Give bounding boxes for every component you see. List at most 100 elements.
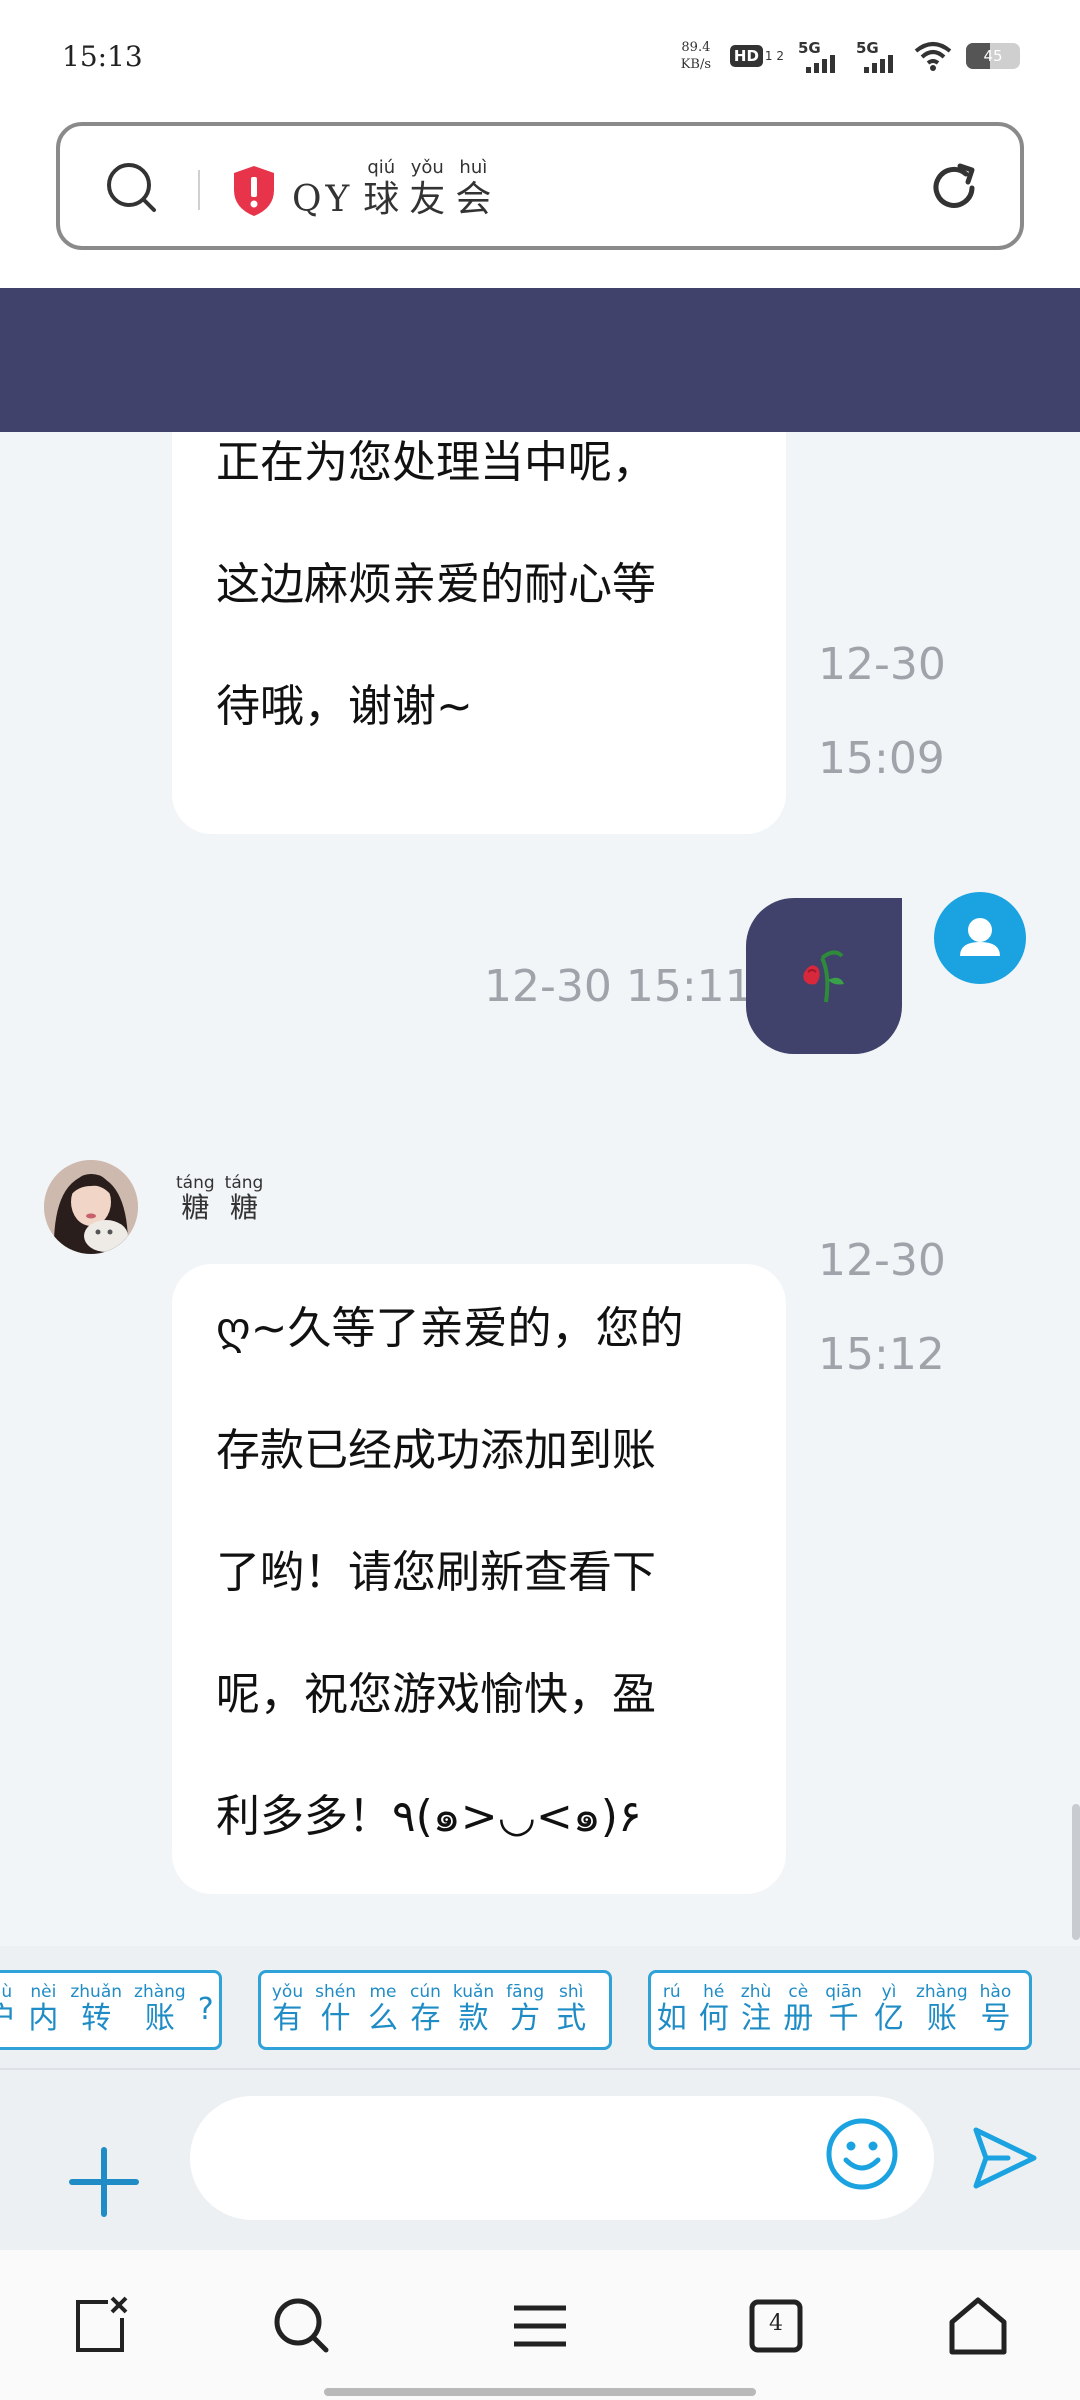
hanzi: 转 (81, 2001, 112, 2036)
user-icon (960, 918, 1000, 956)
message-text: 正在为您处理当中呢， (216, 437, 656, 488)
pinyin: hào (979, 1982, 1012, 2002)
hanzi: 方 (510, 2001, 541, 2036)
hanzi: 友 (409, 179, 446, 220)
pinyin: fāng (506, 1982, 545, 2002)
hanzi: 何 (698, 2001, 729, 2036)
hanzi: 千 (828, 2001, 859, 2036)
pinyin: yì (881, 1982, 897, 2002)
pinyin: shì (558, 1982, 584, 2002)
hd-voice-icon: HD 1 2 (729, 45, 784, 67)
network-speed-unit: KB/s (680, 57, 712, 72)
address-bar[interactable]: QY qiú 球 yǒu 友 huì 会 (56, 122, 1024, 250)
pinyin: me (369, 1982, 397, 2002)
status-bar: 15:13 89.4 KB/s HD 1 2 5G 5G 45 (0, 0, 1080, 110)
pinyin: qiān (825, 1982, 862, 2002)
home-icon[interactable] (946, 2294, 1010, 2358)
hanzi: 册 (783, 2001, 814, 2036)
hanzi: 球 (363, 179, 400, 220)
agent-message-bubble: 正在为您处理当中呢， 这边麻烦亲爱的耐心等 待哦，谢谢~ (172, 432, 786, 834)
pinyin: cún (409, 1982, 441, 2002)
agent-name-char: táng 糖 (225, 1174, 264, 1224)
quick-reply-char: me 么 (368, 1983, 398, 2037)
quick-reply-char: yǒu 有 (272, 1983, 303, 2037)
quick-reply-char: hào 号 (980, 1983, 1012, 2037)
page-title-char: huì 会 (455, 158, 491, 222)
wifi-icon (914, 42, 952, 71)
search-icon[interactable] (104, 160, 160, 216)
page-title-latin: QY (292, 179, 354, 220)
pinyin: táng (224, 1173, 264, 1193)
chat-messages[interactable]: 正在为您处理当中呢， 这边麻烦亲爱的耐心等 待哦，谢谢~ 12-30 15:09… (0, 432, 1080, 1946)
close-tab-icon[interactable] (68, 2294, 132, 2358)
hanzi: 糖 (229, 1191, 258, 1224)
message-date: 12-30 (818, 639, 946, 690)
hanzi: 糖 (181, 1191, 210, 1224)
page-title-char: qiú 球 (363, 158, 399, 222)
pinyin: rú (662, 1982, 681, 2002)
quick-reply-char: yì 亿 (874, 1983, 904, 2037)
hanzi: 么 (367, 2001, 398, 2036)
divider (198, 170, 200, 210)
quick-reply-char: cè 册 (783, 1983, 813, 2037)
hanzi: 存 (410, 2001, 441, 2036)
shield-alert-icon[interactable] (230, 164, 278, 218)
quick-reply-char: zhàng 账 (134, 1983, 186, 2037)
page-title[interactable]: QY qiú 球 yǒu 友 huì 会 (292, 158, 501, 222)
pinyin: hé (703, 1982, 725, 2002)
pinyin: qiú (367, 157, 396, 178)
quick-reply-internal-transfer[interactable]: hù户 nèi内 zhuǎn转 zhàng账 ? (0, 1970, 222, 2050)
refresh-icon[interactable] (924, 158, 984, 218)
signal-icon: 5G (798, 39, 842, 73)
page-title-char: yǒu 友 (409, 158, 445, 222)
emoji-icon[interactable] (824, 2116, 900, 2192)
quick-reply-char: fāng 方 (506, 1983, 544, 2037)
message-text: 了哟！请您刷新查看下 (216, 1547, 656, 1598)
hanzi: 内 (28, 2001, 59, 2036)
hanzi: 什 (320, 2001, 351, 2036)
message-timestamp: 12-30 15:11 (484, 961, 753, 1012)
quick-reply-deposit-methods[interactable]: yǒu 有 shén 什 me 么 cún 存 kuǎn 款 fāng 方 shì 式 (258, 1970, 612, 2050)
quick-reply-char: shì 式 (556, 1983, 586, 2037)
quick-reply-char: shén 什 (315, 1983, 356, 2037)
search-icon[interactable] (270, 2294, 334, 2358)
pinyin: nèi (30, 1982, 57, 2002)
tabs-icon[interactable]: 4 (744, 2294, 808, 2358)
hanzi: 户 (0, 2001, 17, 2036)
message-text: ღ~久等了亲爱的，您的 (216, 1303, 684, 1354)
message-composer (0, 2068, 1080, 2250)
hanzi: 款 (458, 2001, 489, 2036)
quick-reply-char: rú 如 (657, 1983, 687, 2037)
pinyin: zhàng (915, 1982, 968, 2002)
quick-reply-char: zhàng 账 (916, 1983, 968, 2037)
status-time: 15:13 (62, 40, 143, 73)
hanzi: 注 (741, 2001, 771, 2036)
agent-name-char: táng 糖 (176, 1174, 215, 1224)
agent-avatar[interactable] (44, 1160, 138, 1254)
quick-reply-char: nèi 内 (28, 1983, 58, 2037)
send-icon[interactable] (968, 2122, 1040, 2194)
hanzi: 式 (556, 2001, 587, 2036)
quick-reply-register-account[interactable]: rú 如 hé 何 zhù 注 cè 册 qiān 千 yì 亿 zhàng 账 hào 号 (648, 1970, 1032, 2050)
quick-reply-char: zhù 注 (741, 1983, 771, 2037)
chat-scrollbar[interactable] (1072, 1804, 1080, 1940)
hanzi: 有 (272, 2001, 303, 2036)
pinyin: cè (788, 1982, 809, 2002)
pinyin: yǒu (271, 1982, 304, 2002)
pinyin: zhàng (134, 1982, 186, 2002)
home-indicator[interactable] (324, 2388, 756, 2396)
hanzi: 号 (980, 2001, 1011, 2036)
network-speed-value: 89.4 (681, 40, 711, 55)
message-input[interactable] (190, 2096, 934, 2220)
pinyin: kuǎn (452, 1982, 495, 2002)
hanzi: ? (197, 1992, 214, 2027)
quick-reply-char: ? (198, 1992, 214, 2028)
plus-icon[interactable] (66, 2144, 142, 2220)
pinyin: shén (315, 1982, 356, 2002)
agent-avatar-photo (44, 1160, 138, 1254)
rose-sticker-icon (803, 950, 844, 1003)
hanzi: 如 (656, 2001, 687, 2036)
user-avatar[interactable] (934, 892, 1026, 984)
pinyin: hù (0, 1982, 13, 2002)
menu-icon[interactable] (508, 2294, 572, 2358)
